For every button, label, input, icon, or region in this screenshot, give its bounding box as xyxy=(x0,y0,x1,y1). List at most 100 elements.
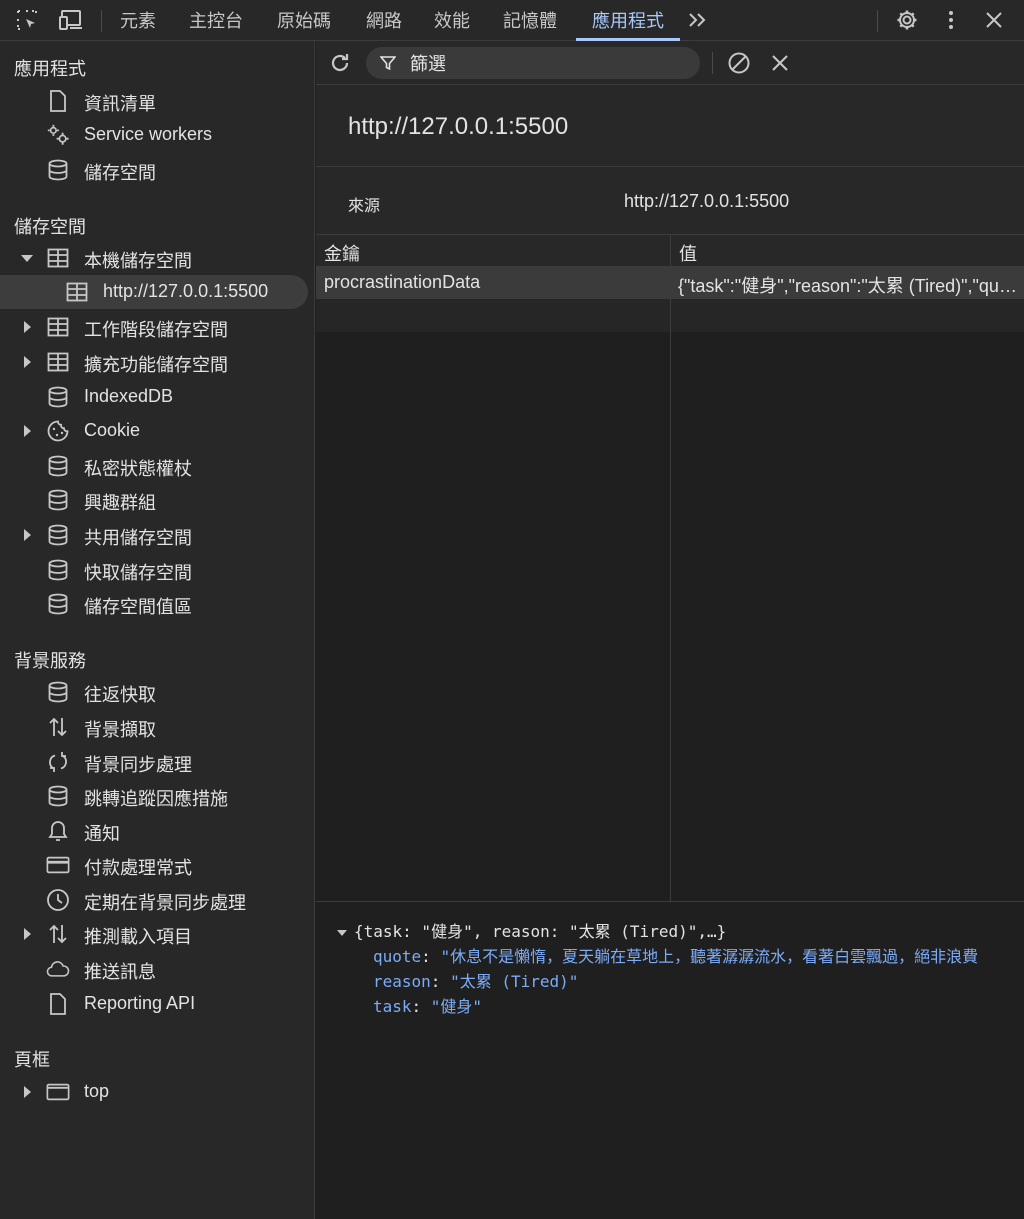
sidebar-item-push-messaging[interactable]: 推送訊息 xyxy=(0,952,308,986)
sidebar-item-label: Cookie xyxy=(84,420,141,440)
divider xyxy=(101,10,102,32)
sidebar-item-shared-storage[interactable]: 共用儲存空間 xyxy=(0,518,308,552)
sidebar-item-manifest[interactable]: 資訊清單 xyxy=(0,84,308,118)
database-icon xyxy=(46,488,70,512)
database-icon xyxy=(46,454,70,478)
caret-right-icon[interactable] xyxy=(20,423,34,439)
caret-down-icon[interactable] xyxy=(20,250,34,266)
object-summary-row[interactable]: {task: "健身", reason: "太累 (Tired)",…} xyxy=(336,918,726,942)
sidebar-item-label: Reporting API xyxy=(84,993,196,1013)
sidebar-item-label: 快取儲存空間 xyxy=(84,563,192,583)
cloud-icon xyxy=(46,957,70,981)
sidebar-item-label: 工作階段儲存空間 xyxy=(84,320,228,340)
property-row[interactable]: quote: "休息不是懶惰，夏天躺在草地上，聽著潺潺流水，看著白雲飄過，絕非浪… xyxy=(373,943,978,967)
sidebar-item-storage-buckets[interactable]: 儲存空間值區 xyxy=(0,587,308,621)
sidebar-item-extension-storage[interactable]: 擴充功能儲存空間 xyxy=(0,345,308,379)
chevron-double-right-icon[interactable] xyxy=(685,7,711,33)
sidebar-item-label: 共用儲存空間 xyxy=(84,528,192,548)
sidebar-item-reporting-api[interactable]: Reporting API xyxy=(0,987,308,1021)
caret-right-icon[interactable] xyxy=(20,926,34,942)
sidebar-item-indexeddb[interactable]: IndexedDB xyxy=(0,380,308,414)
window-icon xyxy=(46,1080,70,1104)
property-row[interactable]: reason: "太累 (Tired)" xyxy=(373,968,578,992)
sidebar-item-label: 擴充功能儲存空間 xyxy=(84,355,228,375)
sidebar-item-periodic-background-sync[interactable]: 定期在背景同步處理 xyxy=(0,883,308,917)
filter-input[interactable] xyxy=(408,47,692,81)
sidebar-item-background-sync[interactable]: 背景同步處理 xyxy=(0,745,308,779)
sidebar-item-label: 興趣群組 xyxy=(84,493,156,513)
sidebar-item-payment-handler[interactable]: 付款處理常式 xyxy=(0,848,308,882)
sidebar-item-label: 私密狀態權杖 xyxy=(84,459,192,479)
sidebar-item-interest-groups[interactable]: 興趣群組 xyxy=(0,483,308,517)
column-header-value[interactable]: 值 xyxy=(679,240,697,266)
object-summary: {task: "健身", reason: "太累 (Tired)",…} xyxy=(354,922,727,941)
caret-right-icon[interactable] xyxy=(20,1084,34,1100)
sidebar-item-notifications[interactable]: 通知 xyxy=(0,814,308,848)
tab-elements[interactable]: 元素 xyxy=(120,0,156,41)
caret-right-icon[interactable] xyxy=(20,527,34,543)
sidebar-item-label: 儲存空間 xyxy=(84,163,156,183)
sidebar-item-label: Service workers xyxy=(84,124,213,144)
refresh-icon[interactable] xyxy=(328,51,352,75)
filter-icon xyxy=(379,55,397,76)
database-icon xyxy=(46,523,70,547)
cell-key[interactable]: procrastinationData xyxy=(324,272,664,293)
property-row[interactable]: task: "健身" xyxy=(373,993,482,1017)
caret-right-icon[interactable] xyxy=(20,319,34,335)
divider xyxy=(877,10,878,32)
value-preview-pane: {task: "健身", reason: "太累 (Tired)",…} quo… xyxy=(316,902,1024,1219)
sidebar-item-bfcache[interactable]: 往返快取 xyxy=(0,675,308,709)
delete-selected-icon[interactable] xyxy=(770,53,790,73)
sidebar-item-label: 往返快取 xyxy=(84,685,156,705)
tab-performance[interactable]: 效能 xyxy=(434,0,470,41)
storage-data-grid: 金鑰 值 procrastinationData {"task":"健身","r… xyxy=(316,235,1024,902)
section-title-storage: 儲存空間 xyxy=(14,217,86,237)
sidebar-item-label: 資訊清單 xyxy=(84,94,156,114)
table-icon xyxy=(46,350,70,374)
inspect-element-icon[interactable] xyxy=(14,7,40,33)
sidebar-item-local-storage[interactable]: 本機儲存空間 xyxy=(0,241,308,275)
tab-sources[interactable]: 原始碼 xyxy=(277,0,331,41)
cell-value[interactable]: {"task":"健身","reason":"太累 (Tired)","quot… xyxy=(678,272,1018,298)
close-icon[interactable] xyxy=(981,7,1007,33)
clock-icon xyxy=(46,888,70,912)
tab-memory[interactable]: 記憶體 xyxy=(503,0,557,41)
sidebar-item-private-state-tokens[interactable]: 私密狀態權杖 xyxy=(0,449,308,483)
database-icon xyxy=(46,680,70,704)
divider xyxy=(712,52,713,74)
sidebar-item-label: 通知 xyxy=(84,824,120,844)
tab-network[interactable]: 網路 xyxy=(366,0,402,41)
filter-field[interactable] xyxy=(366,47,700,81)
column-header-key[interactable]: 金鑰 xyxy=(324,240,360,266)
sidebar-item-label: IndexedDB xyxy=(84,386,174,406)
sidebar-item-session-storage[interactable]: 工作階段儲存空間 xyxy=(0,310,308,344)
sidebar-item-label: 本機儲存空間 xyxy=(84,251,192,271)
sidebar-item-speculative-loads[interactable]: 推測載入項目 xyxy=(0,917,308,951)
storage-toolbar xyxy=(316,41,1024,85)
caret-down-icon[interactable] xyxy=(336,922,354,941)
column-divider[interactable] xyxy=(670,235,671,902)
device-toolbar-icon[interactable] xyxy=(58,7,84,33)
more-vertical-icon[interactable] xyxy=(938,7,964,33)
property-value: "休息不是懶惰，夏天躺在草地上，聽著潺潺流水，看著白雲飄過，絕非浪費 xyxy=(440,947,979,966)
sidebar-item-frame-top[interactable]: top xyxy=(0,1075,308,1109)
file-icon xyxy=(46,89,70,113)
gears-icon xyxy=(46,123,70,147)
sidebar-item-bounce-tracking[interactable]: 跳轉追蹤因應措施 xyxy=(0,779,308,813)
clear-all-icon[interactable] xyxy=(727,51,751,75)
devtools-tab-bar: 元素 主控台 原始碼 網路 效能 記憶體 應用程式 xyxy=(0,0,1024,41)
caret-right-icon[interactable] xyxy=(20,354,34,370)
gear-icon[interactable] xyxy=(894,7,920,33)
property-key: quote xyxy=(373,947,422,966)
tab-application[interactable]: 應用程式 xyxy=(576,0,680,41)
tab-console[interactable]: 主控台 xyxy=(189,0,243,41)
sidebar-item-background-fetch[interactable]: 背景擷取 xyxy=(0,710,308,744)
sidebar-item-local-storage-origin[interactable]: http://127.0.0.1:5500 xyxy=(0,275,308,309)
sidebar-item-label: 推送訊息 xyxy=(84,962,156,982)
database-icon xyxy=(46,385,70,409)
origin-header: http://127.0.0.1:5500 xyxy=(316,85,1024,167)
sidebar-item-service-workers[interactable]: Service workers xyxy=(0,118,308,152)
sidebar-item-storage[interactable]: 儲存空間 xyxy=(0,153,308,187)
sidebar-item-cache-storage[interactable]: 快取儲存空間 xyxy=(0,553,308,587)
sidebar-item-cookies[interactable]: Cookie xyxy=(0,414,308,448)
